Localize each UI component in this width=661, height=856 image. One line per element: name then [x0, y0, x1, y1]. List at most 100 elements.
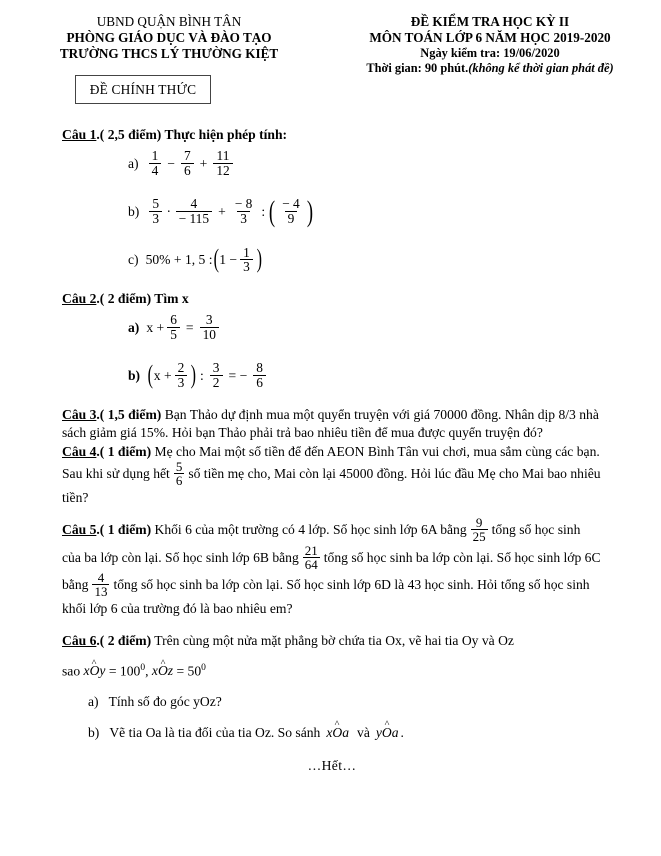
exam-title: ĐỀ KIỂM TRA HỌC KỲ II	[410, 14, 570, 29]
question-1-points: .( 2,5 điểm)	[96, 127, 162, 142]
question-6b-marker: b)	[88, 724, 100, 740]
duration-note: (không kể thời gian phát đề)	[468, 61, 614, 76]
numerator: 6	[170, 312, 177, 328]
question-1a-expression: 14 − 76 + 11 12	[146, 149, 236, 177]
numerator: 11	[216, 148, 230, 163]
numerator: 21	[304, 542, 318, 558]
exam-body: Câu 1.( 2,5 điểm) Thực hiện phép tính: a…	[62, 126, 602, 774]
comma-separator: ,	[145, 663, 149, 679]
angle-xOz: xOz	[152, 663, 173, 678]
denominator: − 115	[175, 211, 213, 226]
fraction: 23	[174, 361, 188, 390]
denominator: 3	[149, 211, 163, 226]
fraction: − 83	[232, 197, 256, 225]
left-paren: (	[213, 244, 219, 274]
question-1-heading: Câu 1.( 2,5 điểm) Thực hiện phép tính:	[62, 126, 602, 143]
question-3-label: Câu 3	[62, 406, 97, 422]
fraction: 14	[148, 149, 162, 177]
fraction: 32	[209, 360, 223, 390]
school-name: TRƯỜNG THCS LÝ THƯỜNG KIỆT	[59, 45, 279, 61]
document-header: UBND QUẬN BÌNH TÂN PHÒNG GIÁO DỤC VÀ ĐÀO…	[0, 0, 661, 77]
question-5-text-4: tổng số học sinh ba lớp còn lại. Số học …	[62, 577, 590, 616]
exam-date: Ngày kiểm tra: 19/06/2020	[420, 45, 560, 60]
question-5: Câu 5.( 1 điểm) Khối 6 của một trường có…	[62, 515, 602, 618]
question-5-heading: Câu 5.( 1 điểm)	[62, 522, 151, 537]
numerator: 9	[475, 515, 483, 531]
question-5-text-1: Khối 6 của một trường có 4 lớp. Số học s…	[151, 522, 467, 538]
question-6b-text-before: Vẽ tia Oa là tia đối của tia Oz. So sánh	[109, 724, 321, 740]
question-2b-marker: b)	[128, 368, 141, 384]
numerator: 4	[190, 196, 198, 212]
operator: −	[167, 155, 175, 171]
question-2b: b) ( x + 23 ) : 32 = − 86	[128, 361, 602, 389]
angle-vertex: O	[382, 724, 392, 741]
fraction: 4 13	[92, 571, 110, 599]
operator: +	[199, 155, 208, 171]
question-4-label: Câu 4	[62, 443, 97, 459]
period: .	[400, 724, 404, 740]
question-2-label: Câu 2	[62, 291, 97, 307]
sao-prefix: sao	[62, 663, 81, 679]
exam-duration: Thời gian: 90 phút.(không kể thời gian p…	[330, 61, 650, 77]
denominator: 3	[237, 211, 250, 226]
question-6-points: .( 2 điểm)	[96, 633, 152, 649]
conjunction-va: và	[357, 724, 370, 740]
angle-xOz-value: = 50	[176, 663, 202, 679]
fraction: 9 25	[470, 515, 488, 545]
question-5-label: Câu 5	[62, 522, 97, 538]
question-1a-marker: a)	[128, 155, 139, 171]
fraction: 4− 115	[175, 196, 213, 226]
question-1c: c) 50% + 1, 5 : ( 1 − 13 )	[128, 246, 602, 274]
numerator: 7	[183, 148, 191, 163]
denominator: 25	[470, 529, 488, 545]
question-1b: b) 53 · 4− 115 + − 83 : ( − 49 )	[128, 194, 602, 228]
denominator: 9	[284, 211, 298, 226]
denominator: 3	[174, 375, 188, 390]
fraction: 3 10	[199, 312, 219, 342]
operator: +	[218, 204, 226, 220]
numerator: − 8	[234, 196, 253, 212]
operator: :	[261, 204, 266, 220]
question-6: Câu 6.( 2 điểm) Trên cùng một nửa mặt ph…	[62, 632, 602, 651]
numerator: 5	[152, 196, 160, 212]
denominator: 6	[253, 375, 266, 390]
denominator: 2	[209, 375, 223, 390]
numerator: 1	[243, 244, 250, 260]
question-6a: a) Tính số đo góc yOz?	[88, 693, 602, 710]
denominator: 12	[213, 162, 233, 178]
lhs-text: x +	[153, 368, 172, 384]
left-paren: (	[269, 194, 276, 228]
question-4-points: .( 1 điểm)	[96, 443, 152, 459]
fraction: 11 12	[213, 148, 233, 178]
end-of-exam-marker: …Hết…	[62, 757, 602, 774]
question-1a: a) 14 − 76 + 11 12	[128, 149, 602, 177]
department-name: PHÒNG GIÁO DỤC VÀ ĐÀO TẠO	[66, 29, 272, 45]
question-2-prompt: Tìm x	[151, 291, 189, 307]
question-1-prompt: Thực hiện phép tính:	[161, 127, 288, 142]
exam-subject-year: MÔN TOÁN LỚP 6 NĂM HỌC 2019-2020	[369, 29, 611, 45]
numerator: 3	[205, 312, 213, 328]
fraction: 76	[180, 148, 194, 177]
question-2a-expression: x + 65 = 3 10	[146, 313, 222, 341]
angle-vertex: O	[158, 662, 168, 681]
duration-text: Thời gian: 90 phút.	[366, 61, 469, 76]
denominator: 6	[173, 473, 185, 489]
angle-ray-2: y	[99, 663, 106, 679]
issuing-authority: UBND QUẬN BÌNH TÂN	[96, 14, 242, 29]
denominator: 64	[302, 556, 320, 572]
question-6a-text: Tính số đo góc yOz?	[108, 693, 222, 709]
denominator: 10	[199, 326, 219, 342]
fraction: 21 64	[302, 542, 320, 572]
angle-xOa: xOa	[326, 724, 349, 741]
question-3: Câu 3.( 1,5 điểm) Bạn Thảo dự định mua m…	[62, 406, 602, 443]
question-2-points: .( 2 điểm)	[96, 291, 152, 307]
angle-ray-2: a	[391, 724, 399, 740]
fraction: 86	[253, 361, 266, 389]
fraction: − 49	[279, 197, 303, 225]
fraction: 53	[149, 196, 163, 226]
numerator: 3	[212, 360, 220, 376]
question-1c-marker: c)	[128, 252, 139, 268]
exam-page: UBND QUẬN BÌNH TÂN PHÒNG GIÁO DỤC VÀ ĐÀO…	[0, 0, 661, 856]
angle-vertex: O	[332, 724, 342, 741]
question-4: Câu 4.( 1 điểm) Mẹ cho Mai một số tiền đ…	[62, 443, 602, 508]
